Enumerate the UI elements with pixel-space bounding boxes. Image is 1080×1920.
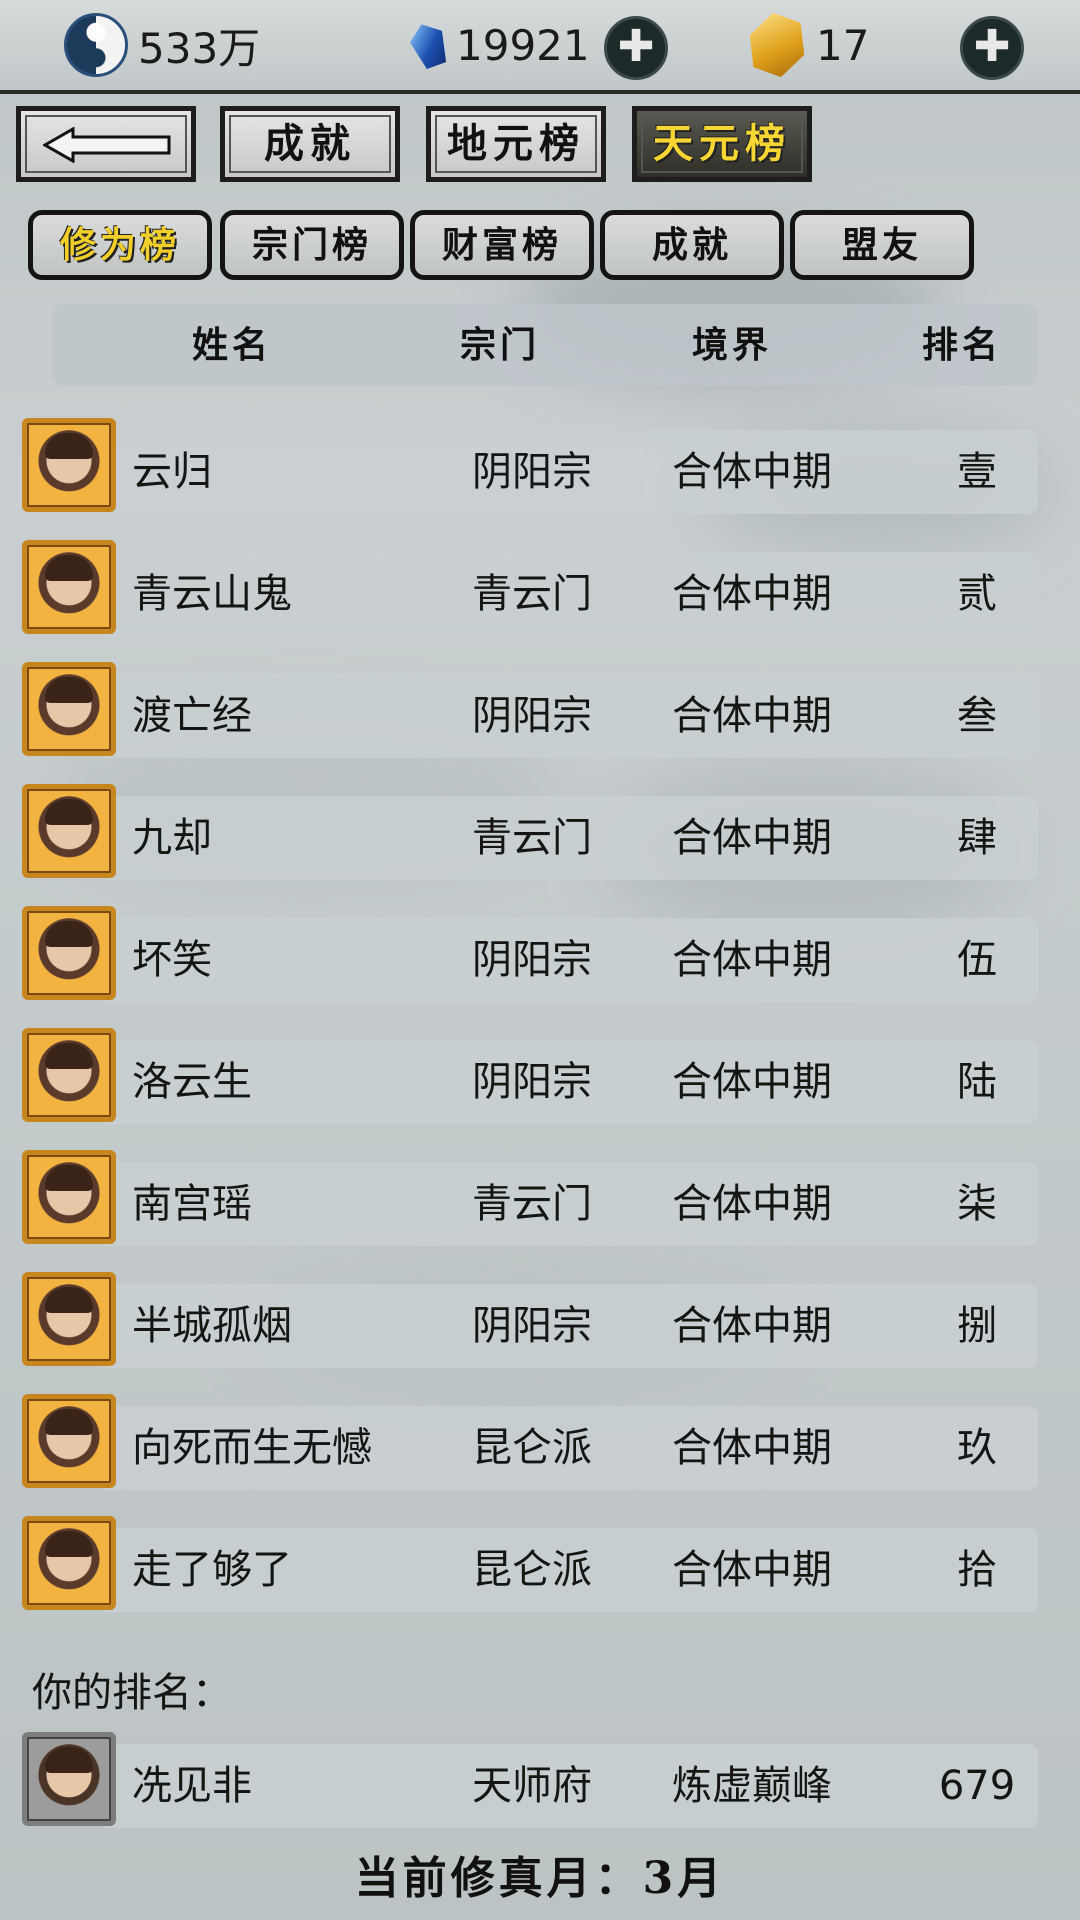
player-realm: 合体中期 xyxy=(672,449,832,495)
avatar[interactable] xyxy=(22,662,116,756)
header-sect: 宗门 xyxy=(459,324,540,366)
avatar[interactable] xyxy=(22,418,116,512)
player-sect: 天师府 xyxy=(472,1763,592,1809)
your-rank-label: 你的排名： xyxy=(32,1670,232,1716)
subtab-allies[interactable]: 盟友 xyxy=(790,210,974,280)
avatar[interactable] xyxy=(22,784,116,878)
avatar[interactable] xyxy=(22,1028,116,1122)
add-gold-button[interactable]: ✚ xyxy=(960,16,1024,80)
player-sect: 阴阳宗 xyxy=(472,937,592,983)
subtab-sect[interactable]: 宗门榜 xyxy=(220,210,404,280)
table-row[interactable]: 洛云生 阴阳宗 合体中期 陆 xyxy=(22,1028,1038,1124)
player-sect: 阴阳宗 xyxy=(472,449,592,495)
player-rank: 玖 xyxy=(957,1425,997,1471)
table-row[interactable]: 青云山鬼 青云门 合体中期 贰 xyxy=(22,540,1038,636)
player-rank: 陆 xyxy=(957,1059,997,1105)
player-sect: 阴阳宗 xyxy=(472,1303,592,1349)
gold-amount: 17 xyxy=(816,20,870,70)
player-name: 渡亡经 xyxy=(132,693,252,739)
table-row[interactable]: 渡亡经 阴阳宗 合体中期 叁 xyxy=(22,662,1038,758)
table-header: 姓名 宗门 境界 排名 xyxy=(52,304,1038,386)
blue-gem-icon xyxy=(406,19,453,72)
avatar[interactable] xyxy=(22,540,116,634)
player-realm: 合体中期 xyxy=(672,1425,832,1471)
header-realm: 境界 xyxy=(691,324,772,366)
player-rank: 叁 xyxy=(957,693,997,739)
player-name: 南宫瑶 xyxy=(132,1181,252,1227)
player-rank: 肆 xyxy=(957,815,997,861)
current-month: 当前修真月：3月 xyxy=(354,1853,726,1904)
table-row[interactable]: 向死而生无憾 昆仑派 合体中期 玖 xyxy=(22,1394,1038,1490)
add-gems-button[interactable]: ✚ xyxy=(604,16,668,80)
player-sect: 青云门 xyxy=(472,1181,592,1227)
avatar[interactable] xyxy=(22,1150,116,1244)
player-sect: 阴阳宗 xyxy=(472,1059,592,1105)
header-name: 姓名 xyxy=(191,324,272,366)
tab-earth-ranking[interactable]: 地元榜 xyxy=(426,106,606,182)
header-rank: 排名 xyxy=(921,324,1002,366)
player-realm: 合体中期 xyxy=(672,1059,832,1105)
player-sect: 青云门 xyxy=(472,815,592,861)
player-rank: 捌 xyxy=(957,1303,997,1349)
tab-achievements[interactable]: 成就 xyxy=(220,106,400,182)
player-name: 云归 xyxy=(132,449,212,495)
subtab-achievements[interactable]: 成就 xyxy=(600,210,784,280)
player-realm: 炼虚巅峰 xyxy=(672,1763,832,1809)
player-rank: 伍 xyxy=(957,937,997,983)
back-arrow-icon xyxy=(43,127,171,163)
resource-bar: 533万 19921 ✚ 17 ✚ xyxy=(0,0,1080,94)
player-name: 坏笑 xyxy=(132,937,212,983)
player-name: 洛云生 xyxy=(132,1059,252,1105)
spirit-stone-resource: 533万 xyxy=(64,13,261,77)
player-realm: 合体中期 xyxy=(672,693,832,739)
player-rank: 柒 xyxy=(957,1181,997,1227)
subtab-wealth[interactable]: 财富榜 xyxy=(410,210,594,280)
player-rank: 贰 xyxy=(957,571,997,617)
avatar[interactable] xyxy=(22,1516,116,1610)
player-rank: 壹 xyxy=(957,449,997,495)
table-row[interactable]: 走了够了 昆仑派 合体中期 拾 xyxy=(22,1516,1038,1612)
player-realm: 合体中期 xyxy=(672,1547,832,1593)
table-row[interactable]: 九却 青云门 合体中期 肆 xyxy=(22,784,1038,880)
table-row[interactable]: 云归 阴阳宗 合体中期 壹 xyxy=(22,418,1038,514)
avatar[interactable] xyxy=(22,1394,116,1488)
gem-resource: 19921 xyxy=(412,14,590,76)
player-rank: 拾 xyxy=(957,1547,997,1593)
table-row[interactable]: 半城孤烟 阴阳宗 合体中期 捌 xyxy=(22,1272,1038,1368)
avatar[interactable] xyxy=(22,1732,116,1826)
player-realm: 合体中期 xyxy=(672,937,832,983)
self-row[interactable]: 冼见非 天师府 炼虚巅峰 679 xyxy=(22,1732,1038,1828)
player-realm: 合体中期 xyxy=(672,815,832,861)
subtab-cultivation[interactable]: 修为榜 xyxy=(28,210,212,280)
player-realm: 合体中期 xyxy=(672,1181,832,1227)
player-rank: 679 xyxy=(938,1763,1016,1809)
player-sect: 昆仑派 xyxy=(472,1425,592,1471)
spirit-stone-amount: 533万 xyxy=(138,23,261,73)
player-name: 九却 xyxy=(132,815,212,861)
tab-heaven-ranking[interactable]: 天元榜 xyxy=(632,106,812,182)
gold-ingot-icon xyxy=(740,8,814,82)
player-name: 半城孤烟 xyxy=(132,1303,292,1349)
gold-resource: 17 xyxy=(748,14,869,76)
avatar[interactable] xyxy=(22,906,116,1000)
player-name: 向死而生无憾 xyxy=(132,1425,372,1471)
player-realm: 合体中期 xyxy=(672,571,832,617)
gem-amount: 19921 xyxy=(456,20,590,70)
player-sect: 昆仑派 xyxy=(472,1547,592,1593)
player-sect: 阴阳宗 xyxy=(472,693,592,739)
player-sect: 青云门 xyxy=(472,571,592,617)
table-row[interactable]: 坏笑 阴阳宗 合体中期 伍 xyxy=(22,906,1038,1002)
player-realm: 合体中期 xyxy=(672,1303,832,1349)
back-button[interactable] xyxy=(16,106,196,182)
player-name: 青云山鬼 xyxy=(132,571,292,617)
table-row[interactable]: 南宫瑶 青云门 合体中期 柒 xyxy=(22,1150,1038,1246)
player-name: 冼见非 xyxy=(132,1763,252,1809)
yin-yang-icon xyxy=(64,13,128,77)
avatar[interactable] xyxy=(22,1272,116,1366)
player-name: 走了够了 xyxy=(132,1547,292,1593)
